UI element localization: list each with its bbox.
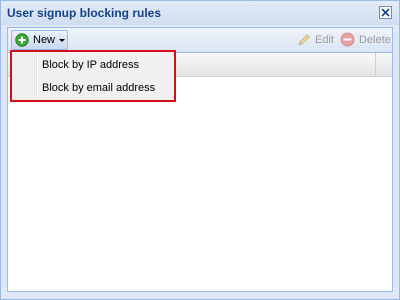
toolbar: New Edit Delete (7, 27, 393, 52)
new-button-label: New (33, 34, 56, 46)
delete-icon (340, 32, 355, 47)
close-button[interactable] (379, 6, 392, 19)
new-dropdown-menu: Block by IP address Block by email addre… (10, 50, 176, 102)
pencil-icon (298, 34, 310, 46)
delete-button-label: Delete (359, 34, 391, 46)
edit-button[interactable]: Edit (296, 32, 336, 48)
menu-item-block-by-ip[interactable]: Block by IP address (14, 55, 172, 77)
dialog-window: User signup blocking rules New Edit Dele… (0, 0, 400, 300)
title-bar[interactable]: User signup blocking rules (1, 1, 399, 25)
add-icon (15, 33, 29, 47)
new-button[interactable]: New (11, 30, 68, 50)
delete-button[interactable]: Delete (340, 32, 392, 48)
dropdown-arrow-icon (59, 39, 65, 42)
menu-item-block-by-email[interactable]: Block by email address (14, 78, 172, 100)
menu-item-label: Block by email address (42, 82, 156, 94)
menu-item-label: Block by IP address (42, 59, 140, 71)
window-title: User signup blocking rules (7, 6, 162, 20)
close-icon (381, 8, 390, 17)
edit-button-label: Edit (315, 34, 334, 46)
